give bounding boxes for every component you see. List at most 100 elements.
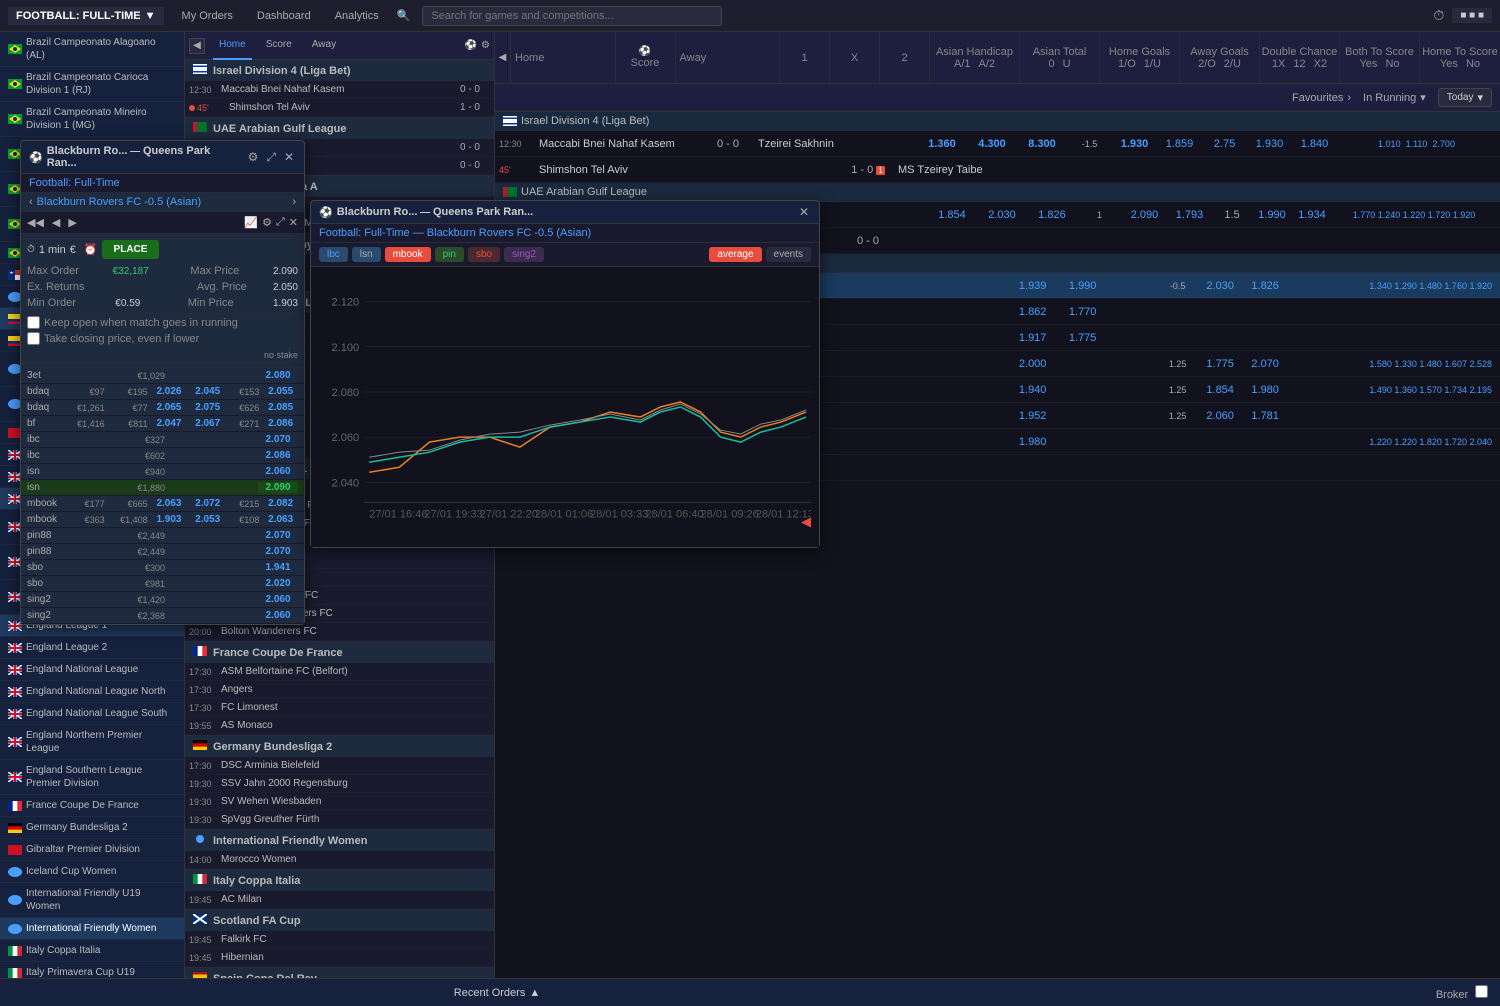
- sidebar-item[interactable]: England Northern Premier League: [0, 725, 184, 760]
- broker-odds2[interactable]: 2.067: [190, 418, 225, 429]
- list-item[interactable]: 45' Shimshon Tel Aviv 1 - 0: [185, 99, 494, 117]
- dashboard-link[interactable]: Dashboard: [251, 10, 317, 22]
- sidebar-item[interactable]: Germany Bundesliga 2: [0, 817, 184, 839]
- place-bet-button[interactable]: PLACE: [102, 240, 160, 259]
- league-header[interactable]: Scotland FA Cup: [185, 910, 494, 931]
- modal-resize-icon[interactable]: ⤢: [264, 150, 278, 165]
- bet-extra-icon[interactable]: ⤢: [276, 216, 285, 229]
- list-item[interactable]: 14:00 Morocco Women: [185, 851, 494, 869]
- list-item[interactable]: 19:45 AC Milan: [185, 891, 494, 909]
- modal-settings-icon[interactable]: ⚙: [246, 150, 261, 165]
- today-button[interactable]: Today ▾: [1438, 88, 1492, 107]
- user-area[interactable]: ■ ■ ■: [1452, 8, 1492, 23]
- broker-list-item[interactable]: 3et€1,0292.080: [21, 368, 304, 384]
- broker-list-item[interactable]: ibc€3272.070: [21, 432, 304, 448]
- list-item[interactable]: 17:30 DSC Arminia Bielefeld: [185, 757, 494, 775]
- broker-odds[interactable]: 2.060: [258, 594, 298, 605]
- broker-odds[interactable]: 2.086: [258, 450, 298, 461]
- broker-list-item[interactable]: bdaq€1,261€772.0652.075€6262.085: [21, 400, 304, 416]
- nav-prev-icon[interactable]: ‹: [29, 196, 33, 208]
- odds-league-header[interactable]: Israel Division 4 (Liga Bet): [495, 112, 1500, 131]
- broker-list-item[interactable]: bdaq€97€1952.0262.045€1532.055: [21, 384, 304, 400]
- broker-list-item[interactable]: isn€9402.060: [21, 464, 304, 480]
- analytics-link[interactable]: Analytics: [329, 10, 385, 22]
- list-item[interactable]: 19:45 Hibernian: [185, 949, 494, 967]
- broker-odds1[interactable]: 2.063: [152, 498, 187, 509]
- broker-list-item[interactable]: sing2€1,4202.060: [21, 592, 304, 608]
- sidebar-item[interactable]: England National League North: [0, 681, 184, 703]
- broker-odds[interactable]: 2.090: [258, 482, 298, 493]
- league-header[interactable]: France Coupe De France: [185, 642, 494, 663]
- bet-close2-icon[interactable]: ✕: [289, 216, 298, 229]
- chart-close-icon[interactable]: ✕: [797, 205, 811, 219]
- broker-checkbox[interactable]: [1475, 985, 1488, 998]
- broker-list-item[interactable]: sbo€9812.020: [21, 576, 304, 592]
- league-header[interactable]: UAE Arabian Gulf League: [185, 118, 494, 139]
- dropdown-arrow[interactable]: ▼: [145, 10, 156, 22]
- broker-tab-lsn[interactable]: lsn: [352, 247, 381, 262]
- broker-list-item[interactable]: sbo€3001.941: [21, 560, 304, 576]
- broker-odds[interactable]: 2.080: [258, 370, 298, 381]
- recent-orders-button[interactable]: Recent Orders ▲: [454, 987, 540, 999]
- broker-odds3[interactable]: 2.085: [263, 402, 298, 413]
- in-running-filter[interactable]: In Running ▾: [1363, 88, 1426, 107]
- broker-tab-sbo[interactable]: sbo: [468, 247, 500, 262]
- broker-odds[interactable]: 2.070: [258, 530, 298, 541]
- sidebar-item[interactable]: International Friendly U19 Women: [0, 883, 184, 918]
- broker-tab-mbook[interactable]: mbook: [385, 247, 431, 262]
- broker-odds[interactable]: 2.070: [258, 434, 298, 445]
- list-item[interactable]: 19:55 AS Monaco: [185, 717, 494, 735]
- broker-tab-sing2[interactable]: sing2: [504, 247, 544, 262]
- broker-tab-pin[interactable]: pin: [435, 247, 464, 262]
- prev-arrow[interactable]: ◀: [189, 38, 205, 54]
- bet-slip-modal[interactable]: ⚽ Blackburn Ro... — Queens Park Ran... ⚙…: [20, 140, 305, 625]
- chart-modal[interactable]: ⚽ Blackburn Ro... — Queens Park Ran... ✕…: [310, 200, 820, 548]
- list-item[interactable]: 12:30 Maccabi Bnei Nahaf Kasem 0 - 0: [185, 81, 494, 99]
- bet-nav-left2[interactable]: ◀: [52, 216, 60, 229]
- tab-average[interactable]: average: [709, 247, 761, 262]
- sidebar-item[interactable]: England Southern League Premier Division: [0, 760, 184, 795]
- modal-close-icon[interactable]: ✕: [282, 150, 296, 165]
- tab-score[interactable]: Score: [260, 32, 298, 60]
- list-item[interactable]: 20:00 Bolton Wanderers FC: [185, 623, 494, 641]
- search-input[interactable]: [422, 6, 722, 26]
- broker-list-item[interactable]: sing2€2,3682.060: [21, 608, 304, 624]
- broker-odds2[interactable]: 2.072: [190, 498, 225, 509]
- sidebar-item[interactable]: Brazil Campeonato Carioca Division 1 (RJ…: [0, 67, 184, 102]
- sidebar-item[interactable]: Brazil Campeonato Mineiro Division 1 (MG…: [0, 102, 184, 137]
- broker-list-item[interactable]: ibc€6022.086: [21, 448, 304, 464]
- broker-odds[interactable]: 2.060: [258, 610, 298, 621]
- list-item[interactable]: 17:30 Angers: [185, 681, 494, 699]
- sidebar-item[interactable]: Italy Coppa Italia: [0, 940, 184, 962]
- broker-odds3[interactable]: 2.086: [263, 418, 298, 429]
- sidebar-item[interactable]: Gibraltar Premier Division: [0, 839, 184, 861]
- table-row[interactable]: 12:30 Maccabi Bnei Nahaf Kasem 0 - 0 Tze…: [495, 131, 1500, 157]
- nav-next-icon[interactable]: ›: [292, 196, 296, 208]
- broker-tab-lbc[interactable]: lbc: [319, 247, 348, 262]
- list-item[interactable]: 19:30 SSV Jahn 2000 Regensburg: [185, 775, 494, 793]
- tab-away[interactable]: Away: [306, 32, 342, 60]
- list-item[interactable]: 19:30 SpVgg Greuther Fürth: [185, 811, 494, 829]
- broker-list-item[interactable]: isn€1,8802.090: [21, 480, 304, 496]
- broker-odds[interactable]: 2.020: [258, 578, 298, 589]
- app-logo[interactable]: FOOTBALL: FULL-TIME ▼: [8, 7, 164, 25]
- broker-odds3[interactable]: 2.055: [263, 386, 298, 397]
- list-item[interactable]: 17:30 ASM Belfortaine FC (Belfort): [185, 663, 494, 681]
- bet-nav-right[interactable]: ▶: [68, 216, 76, 229]
- broker-odds1[interactable]: 2.065: [152, 402, 187, 413]
- sidebar-item[interactable]: England National League South: [0, 703, 184, 725]
- take-closing-checkbox[interactable]: [27, 332, 40, 345]
- broker-list-item[interactable]: pin88€2,4492.070: [21, 528, 304, 544]
- broker-odds1[interactable]: 2.026: [152, 386, 187, 397]
- prev-page-icon[interactable]: ◀: [499, 52, 507, 63]
- tab-home[interactable]: Home: [213, 32, 252, 60]
- list-item[interactable]: 17:30 FC Limonest: [185, 699, 494, 717]
- favourites-filter[interactable]: Favourites ›: [1292, 88, 1351, 107]
- broker-odds3[interactable]: 2.082: [263, 498, 298, 509]
- sidebar-item[interactable]: England League 2: [0, 637, 184, 659]
- broker-odds[interactable]: 1.941: [258, 562, 298, 573]
- broker-odds[interactable]: 2.070: [258, 546, 298, 557]
- broker-odds[interactable]: 2.060: [258, 466, 298, 477]
- sidebar-item[interactable]: Brazil Campeonato Alagoano (AL): [0, 32, 184, 67]
- broker-list-item[interactable]: mbook€177€6652.0632.072€2152.082: [21, 496, 304, 512]
